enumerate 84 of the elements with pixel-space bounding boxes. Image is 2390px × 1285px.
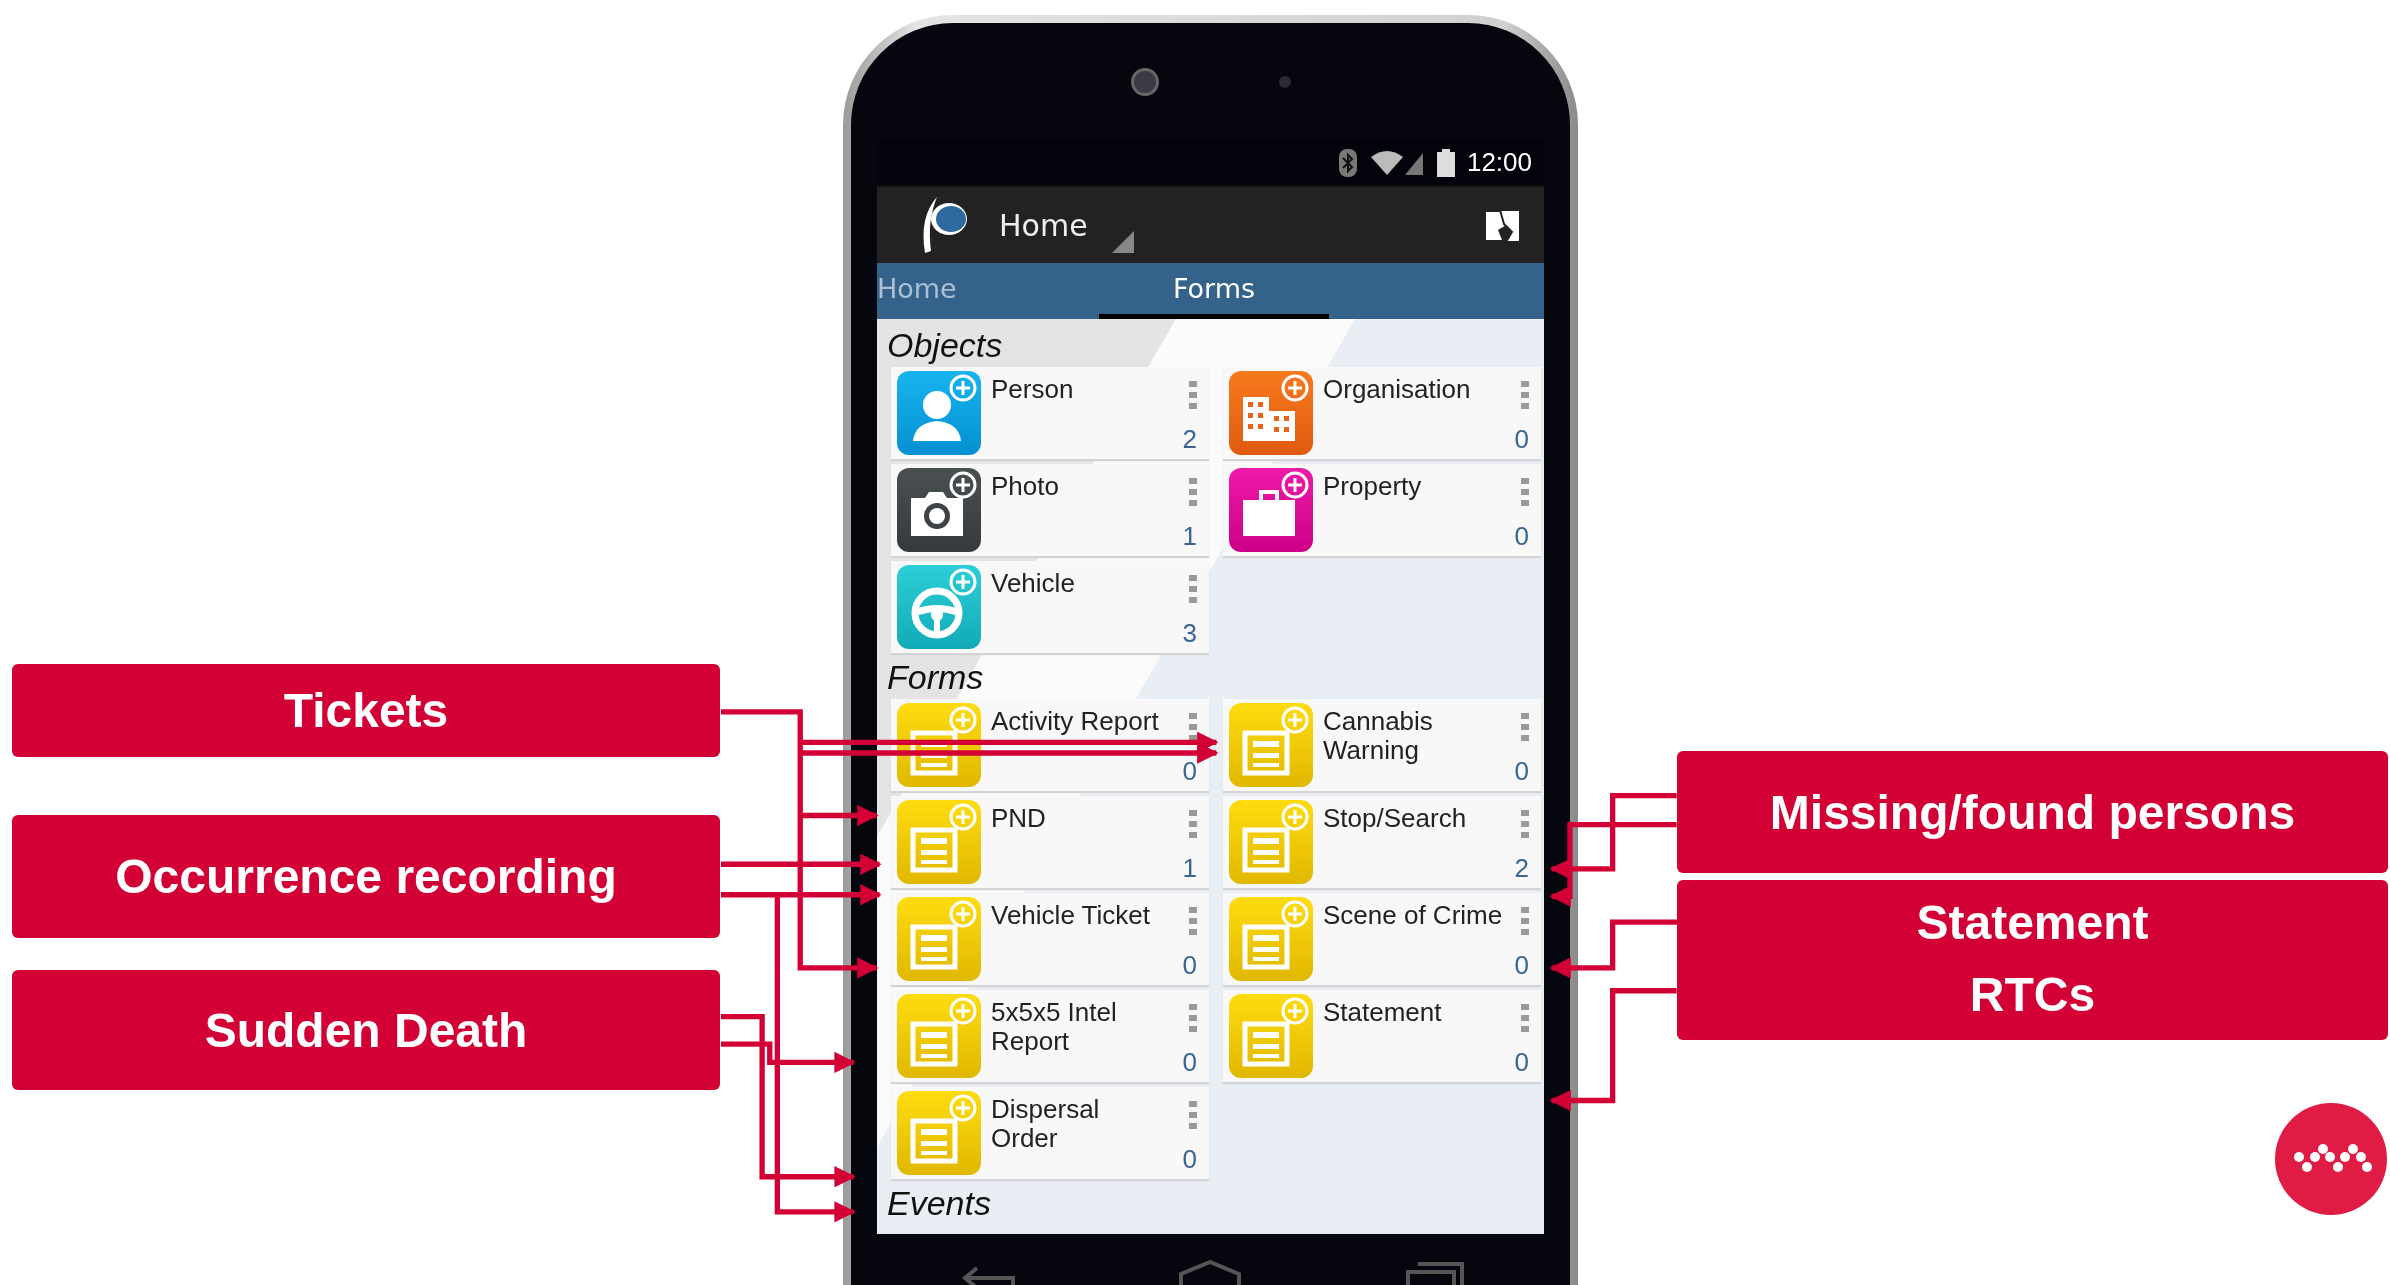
status-time: 12:00 <box>1466 147 1532 178</box>
tile-count: 1 <box>1182 853 1197 884</box>
form-icon <box>897 897 981 981</box>
tile-label: Scene of Crime <box>1323 899 1504 932</box>
form-tile[interactable]: Dispersal Order 0 <box>891 1087 1209 1179</box>
section-heading: Events <box>887 1183 992 1223</box>
camera-icon <box>1130 67 1159 96</box>
bluetooth-icon <box>1338 148 1357 177</box>
tile-label: Cannabis Warning <box>1323 705 1434 767</box>
overflow-menu-icon[interactable] <box>1189 907 1197 935</box>
tile-label: Photo <box>991 470 1060 503</box>
overflow-menu-icon[interactable] <box>1521 381 1529 409</box>
form-tile[interactable]: Cannabis Warning 0 <box>1223 699 1541 791</box>
form-tile[interactable]: Vehicle Ticket 0 <box>891 893 1209 985</box>
overflow-menu-icon[interactable] <box>1521 478 1529 506</box>
overflow-menu-icon[interactable] <box>1189 478 1197 506</box>
tile-label: Vehicle <box>991 567 1076 600</box>
briefcase-icon <box>1229 468 1313 552</box>
dropdown-caret-icon <box>1111 231 1134 253</box>
tile-count: 0 <box>1514 950 1529 981</box>
tile-label: Property <box>1323 470 1423 503</box>
form-icon <box>1229 994 1313 1078</box>
person-icon <box>897 371 981 455</box>
tile-count: 0 <box>1514 1047 1529 1078</box>
overflow-menu-icon[interactable] <box>1521 713 1529 741</box>
form-tile[interactable]: Stop/Search 2 <box>1223 796 1541 888</box>
tile-label: Stop/Search <box>1323 802 1468 835</box>
steering-wheel-icon <box>897 565 981 649</box>
callout-label: Sudden Death <box>12 970 720 1090</box>
form-icon <box>897 1091 981 1175</box>
overflow-menu-icon[interactable] <box>1189 1101 1197 1129</box>
form-tile[interactable]: Organisation 0 <box>1223 367 1541 459</box>
tile-count: 0 <box>1514 424 1529 455</box>
section-heading: Forms <box>887 657 985 697</box>
tile-count: 2 <box>1182 424 1197 455</box>
tile-count: 0 <box>1514 521 1529 552</box>
overflow-menu-icon[interactable] <box>1189 381 1197 409</box>
form-icon <box>897 994 981 1078</box>
tile-label: Vehicle Ticket <box>991 899 1151 932</box>
overflow-menu-icon[interactable] <box>1521 1004 1529 1032</box>
tile-label: Statement <box>1323 996 1443 1029</box>
form-tile[interactable]: Scene of Crime 0 <box>1223 893 1541 985</box>
section-heading: Objects <box>887 325 1004 365</box>
callout-label: Missing/found persons <box>1677 751 2388 873</box>
sensor-icon <box>1278 75 1291 88</box>
brand-logo-icon <box>2275 1103 2387 1215</box>
form-icon <box>1229 800 1313 884</box>
tile-count: 0 <box>1182 1144 1197 1175</box>
overflow-menu-icon[interactable] <box>1189 1004 1197 1032</box>
overflow-menu-icon[interactable] <box>1521 907 1529 935</box>
callout-label: Occurrence recording <box>12 815 720 938</box>
overflow-menu-icon[interactable] <box>1189 810 1197 838</box>
tile-count: 0 <box>1182 756 1197 787</box>
form-tile[interactable]: Vehicle 3 <box>891 561 1209 653</box>
tile-label: PND <box>991 802 1047 835</box>
form-tile[interactable]: Person 2 <box>891 367 1209 459</box>
form-tile[interactable]: Photo 1 <box>891 464 1209 556</box>
form-tile[interactable]: Property 0 <box>1223 464 1541 556</box>
overflow-menu-icon[interactable] <box>1189 575 1197 603</box>
overflow-menu-icon[interactable] <box>1521 810 1529 838</box>
tile-count: 0 <box>1182 1047 1197 1078</box>
battery-icon <box>1436 148 1455 177</box>
tile-label: Activity Report <box>991 705 1160 738</box>
form-tile[interactable]: PND 1 <box>891 796 1209 888</box>
screen-title[interactable]: Home <box>999 207 1088 243</box>
signal-icon <box>1368 148 1425 177</box>
tile-count: 0 <box>1182 950 1197 981</box>
tile-label: 5x5x5 Intel Report <box>991 996 1118 1058</box>
form-icon <box>1229 703 1313 787</box>
tile-count: 3 <box>1182 618 1197 649</box>
form-icon <box>1229 897 1313 981</box>
tile-count: 1 <box>1182 521 1197 552</box>
building-icon <box>1229 371 1313 455</box>
camera-icon <box>897 468 981 552</box>
tile-count: 2 <box>1514 853 1529 884</box>
tile-label: Organisation <box>1323 373 1472 406</box>
form-icon <box>897 800 981 884</box>
tile-label: Dispersal Order <box>991 1093 1101 1155</box>
tile-label: Person <box>991 373 1075 406</box>
callout-label: Tickets <box>12 664 720 757</box>
overflow-menu-icon[interactable] <box>1189 713 1197 741</box>
form-tile[interactable]: Statement 0 <box>1223 990 1541 1082</box>
form-tile[interactable]: 5x5x5 Intel Report 0 <box>891 990 1209 1082</box>
tile-count: 0 <box>1514 756 1529 787</box>
